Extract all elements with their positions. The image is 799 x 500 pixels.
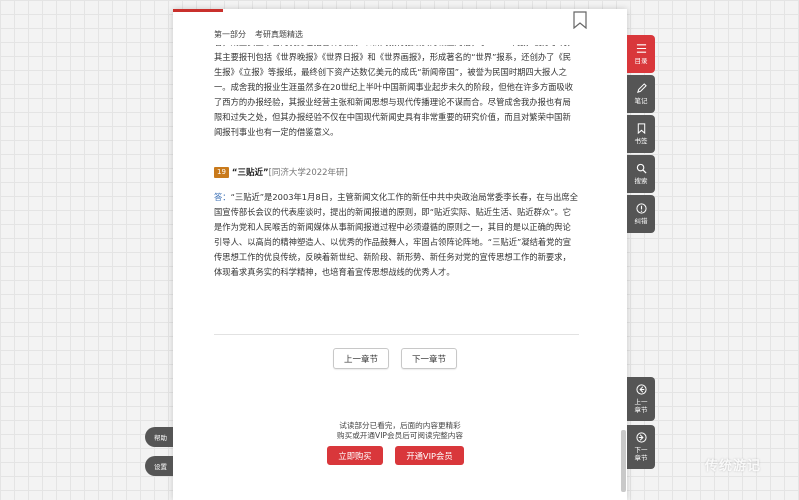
- question-number-badge: 19: [214, 167, 229, 178]
- help-button[interactable]: 帮助: [145, 427, 173, 447]
- answer-label: 答：: [214, 192, 231, 202]
- divider: [214, 334, 579, 335]
- bookmark-icon[interactable]: [573, 11, 587, 29]
- list-icon: [636, 44, 646, 53]
- prev-section-button[interactable]: 上一章节: [627, 377, 655, 421]
- bookmarks-label: 书签: [634, 137, 648, 145]
- page-scrollbar[interactable]: [621, 430, 626, 492]
- answer-paragraph: 答：“三贴近”是2003年1月8日，主管新闻文化工作的新任中共中央政治局常委李长…: [214, 190, 579, 280]
- report-error-label: 纠错: [634, 217, 648, 225]
- open-vip-button[interactable]: 开通VIP会员: [395, 446, 464, 465]
- notes-button[interactable]: 笔记: [627, 75, 655, 113]
- pencil-icon: [636, 83, 647, 93]
- answer-text: “三贴近”是2003年1月8日，主管新闻文化工作的新任中共中央政治局常委李长春，…: [214, 192, 578, 277]
- question-source: [同济大学2022年研]: [268, 168, 348, 178]
- report-error-button[interactable]: 纠错: [627, 195, 655, 233]
- watermark: 传统游记: [705, 459, 762, 474]
- next-section-label: 下一章节: [634, 446, 648, 462]
- next-section-button[interactable]: 下一章节: [627, 425, 655, 469]
- arrow-left-circle-icon: [635, 384, 647, 395]
- notes-label: 笔记: [634, 97, 648, 105]
- prev-chapter-button[interactable]: 上一章节: [333, 348, 389, 369]
- buy-now-button[interactable]: 立即购买: [327, 446, 383, 465]
- trial-message-2: 购买或开通VIP会员后可阅读完整内容: [337, 431, 463, 440]
- top-paragraph-text: 名，成立实业平台的优势包括各种资源，以新闻教育报纸实力相应的信，于1926年报，…: [214, 45, 575, 137]
- settings-button[interactable]: 设置: [145, 456, 173, 476]
- next-chapter-button[interactable]: 下一章节: [401, 348, 457, 369]
- bookmark-icon: [637, 123, 645, 134]
- reader-page: 第一部分考研真题精选 名，成立实业平台的优势包括各种资源，以新闻教育报纸实力相应…: [173, 9, 627, 500]
- prev-section-label: 上一章节: [634, 398, 648, 414]
- question-title: “三贴近”: [231, 168, 269, 178]
- toc-label: 目录: [634, 57, 648, 65]
- header-section: 考研真题精选: [255, 30, 303, 39]
- search-icon: [636, 163, 647, 174]
- page-top-accent: [173, 9, 223, 12]
- search-button[interactable]: 搜索: [627, 155, 655, 193]
- search-label: 搜索: [634, 177, 648, 185]
- header-part: 第一部分: [214, 30, 246, 39]
- trial-message-1: 试读部分已看完，后面的内容更精彩: [339, 421, 461, 430]
- top-paragraph: 名，成立实业平台的优势包括各种资源，以新闻教育报纸实力相应的信，于1926年报，…: [214, 45, 579, 157]
- arrow-right-circle-icon: [635, 432, 647, 443]
- alert-icon: [635, 203, 647, 214]
- running-header: 第一部分 考研真题精选: [214, 29, 303, 40]
- bookmarks-button[interactable]: 书签: [627, 115, 655, 153]
- toc-button[interactable]: 目录: [627, 35, 655, 73]
- question-heading: 19 “三贴近”[同济大学2022年研]: [214, 166, 348, 178]
